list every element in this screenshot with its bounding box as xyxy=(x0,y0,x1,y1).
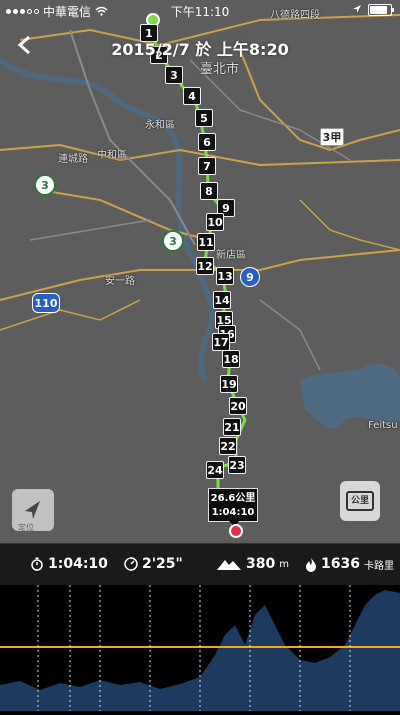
stat-pace: 2'25" xyxy=(124,556,183,572)
route-map[interactable]: 臺北市 永和區 中和區 新店區 安一路 連城路 Feitsu 八德路四段 3 3… xyxy=(0,0,400,543)
route-end-dot xyxy=(229,524,243,538)
map-label-yonghe: 永和區 xyxy=(145,120,175,131)
km-marker-19[interactable]: 19 xyxy=(220,375,238,393)
map-label-zhonghe: 中和區 xyxy=(97,150,127,161)
km-marker-18[interactable]: 18 xyxy=(222,350,240,368)
map-label-feitsui: Feitsu xyxy=(368,420,398,431)
km-marker-23[interactable]: 23 xyxy=(228,456,246,474)
map-label-liancheng-road: 連城路 xyxy=(58,154,88,165)
calories-value: 1636 xyxy=(321,556,360,572)
km-marker-6[interactable]: 6 xyxy=(198,133,216,151)
map-label-anyi-road: 安一路 xyxy=(105,276,135,287)
location-services-icon xyxy=(352,3,362,17)
status-time: 下午11:10 xyxy=(170,5,230,19)
highway-shield-3-center: 3 xyxy=(162,230,184,252)
activity-chart[interactable] xyxy=(0,585,400,711)
pace-value: 2'25" xyxy=(142,556,183,572)
km-marker-3[interactable]: 3 xyxy=(165,66,183,84)
stats-bar: 1:04:10 2'25" 380 m 1636 卡路里 xyxy=(0,543,400,586)
km-marker-5[interactable]: 5 xyxy=(195,109,213,127)
unit-toggle-button[interactable]: 公里 xyxy=(340,481,380,521)
calories-unit: 卡路里 xyxy=(363,560,394,572)
km-marker-14[interactable]: 14 xyxy=(213,291,231,309)
locate-button[interactable]: 定位 xyxy=(12,489,54,532)
km-marker-20[interactable]: 20 xyxy=(229,397,247,415)
km-marker-24[interactable]: 24 xyxy=(206,461,224,479)
page-title: 2015/2/7 於 上午8:20 xyxy=(111,40,289,59)
duration-value: 1:04:10 xyxy=(48,556,108,572)
stopwatch-icon xyxy=(31,557,43,571)
locate-label: 定位 xyxy=(18,523,34,532)
elevation-value: 380 xyxy=(246,556,276,572)
unit-label: 公里 xyxy=(346,491,374,511)
km-marker-8[interactable]: 8 xyxy=(200,182,218,200)
map-label-taipei: 臺北市 xyxy=(200,62,240,77)
finish-distance: 26.6公里 xyxy=(210,493,256,504)
highway-shield-3-left: 3 xyxy=(34,174,56,196)
highway-shield-110: 110 xyxy=(32,293,60,313)
km-marker-13[interactable]: 13 xyxy=(216,267,234,285)
finish-tooltip: 26.6公里 1:04:10 xyxy=(208,488,258,527)
km-marker-11[interactable]: 11 xyxy=(197,233,215,251)
speedometer-icon xyxy=(124,557,138,571)
battery-icon xyxy=(368,4,394,16)
mountain-icon xyxy=(217,560,241,570)
km-marker-12[interactable]: 12 xyxy=(196,257,214,275)
map-label-xindian: 新店區 xyxy=(216,250,246,261)
highway-shield-3a: 3甲 xyxy=(320,128,344,146)
km-marker-7[interactable]: 7 xyxy=(198,157,216,175)
finish-time: 1:04:10 xyxy=(211,507,255,518)
flame-icon xyxy=(306,557,316,572)
elevation-unit: m xyxy=(279,558,289,570)
km-marker-22[interactable]: 22 xyxy=(219,437,237,455)
km-marker-21[interactable]: 21 xyxy=(223,418,241,436)
stat-elevation: 380 m xyxy=(216,556,289,572)
km-marker-10[interactable]: 10 xyxy=(206,213,224,231)
stat-duration: 1:04:10 xyxy=(30,556,108,572)
highway-shield-9: 9 xyxy=(240,267,260,287)
stat-calories: 1636 卡路里 xyxy=(305,556,394,572)
activity-chart-svg xyxy=(0,585,400,711)
km-marker-17[interactable]: 17 xyxy=(212,333,230,351)
km-marker-4[interactable]: 4 xyxy=(183,87,201,105)
status-bar: 中華電信 下午11:10 xyxy=(0,0,400,20)
